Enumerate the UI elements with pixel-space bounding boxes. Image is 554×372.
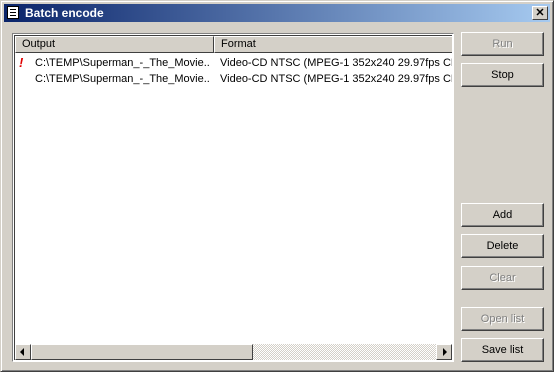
window-title: Batch encode [25, 6, 104, 20]
clear-button[interactable]: Clear [461, 266, 544, 290]
column-header-format[interactable]: Format [214, 36, 452, 53]
arrow-left-icon [20, 348, 24, 356]
stop-button[interactable]: Stop [461, 63, 544, 87]
arrow-right-icon [443, 348, 447, 356]
delete-button[interactable]: Delete [461, 234, 544, 258]
output-cell: C:\TEMP\Superman_-_The_Movie... [35, 57, 210, 69]
exclamation-icon: ! [19, 55, 24, 70]
run-button[interactable]: Run [461, 32, 544, 56]
list-header: Output Format [15, 36, 452, 53]
job-list[interactable]: Output Format ! C:\TEMP\Superman_-_The_M… [12, 33, 454, 362]
save-list-button[interactable]: Save list [461, 338, 544, 362]
format-cell: Video-CD NTSC (MPEG-1 352x240 29.97fps C… [220, 57, 452, 69]
output-cell: C:\TEMP\Superman_-_The_Movie... [35, 73, 210, 85]
window-menu-icon[interactable] [7, 6, 19, 19]
scroll-left-button[interactable] [15, 344, 31, 360]
add-button[interactable]: Add [461, 203, 544, 227]
list-item[interactable]: ! C:\TEMP\Superman_-_The_Movie... Video-… [15, 55, 452, 71]
close-icon: ✕ [535, 7, 545, 19]
batch-encode-window: Batch encode ✕ Output Format ! C:\TEMP\S… [0, 0, 554, 372]
close-button[interactable]: ✕ [532, 6, 548, 20]
format-cell: Video-CD NTSC (MPEG-1 352x240 29.97fps C… [220, 73, 452, 85]
horizontal-scrollbar[interactable] [15, 344, 452, 360]
scroll-right-button[interactable] [436, 344, 452, 360]
column-header-output[interactable]: Output [15, 36, 214, 53]
open-list-button[interactable]: Open list [461, 307, 544, 331]
list-item[interactable]: C:\TEMP\Superman_-_The_Movie... Video-CD… [15, 71, 452, 87]
title-bar[interactable]: Batch encode ✕ [4, 4, 550, 22]
scrollbar-thumb[interactable] [31, 344, 253, 360]
